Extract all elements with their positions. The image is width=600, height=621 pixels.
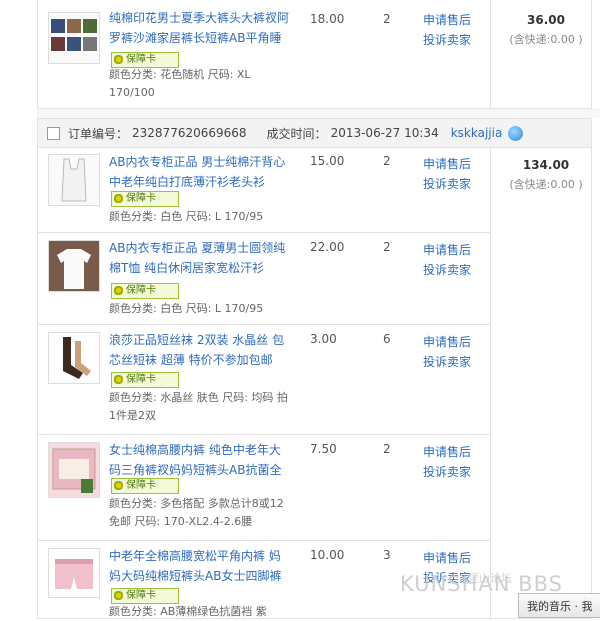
flower-icon xyxy=(113,480,124,491)
deal-time-label: 成交时间： xyxy=(266,126,327,141)
unit-price: 18.00 xyxy=(310,12,345,26)
order-number: 232877620669668 xyxy=(132,126,247,140)
product-attributes: 颜色分类: 白色 尺码: L 170/95 xyxy=(109,210,264,223)
product-title-link[interactable]: 女士纯棉高腰内裤 纯色中老年大码三角裤衩妈妈短裤头AB抗菌全 xyxy=(109,440,289,480)
apply-after-sale-link[interactable]: 申请售后 xyxy=(423,548,471,568)
apply-after-sale-link[interactable]: 申请售后 xyxy=(423,442,471,462)
unit-price: 15.00 xyxy=(310,154,345,168)
apply-after-sale-link[interactable]: 申请售后 xyxy=(423,240,471,260)
complain-seller-link[interactable]: 投诉卖家 xyxy=(423,260,471,280)
complain-seller-link[interactable]: 投诉卖家 xyxy=(423,352,471,372)
apply-after-sale-link[interactable]: 申请售后 xyxy=(423,10,471,30)
quantity: 2 xyxy=(383,12,391,26)
product-title-link[interactable]: 浪莎正品短丝袜 2双装 水晶丝 包芯丝短袜 超薄 特价不参加包邮 xyxy=(109,330,289,370)
shipping-note: (含快递:0.00 ) xyxy=(509,33,583,46)
deal-time: 2013-06-27 10:34 xyxy=(330,126,439,140)
guarantee-card-badge[interactable]: 保障卡 xyxy=(111,478,179,494)
product-thumbnail-underwear[interactable] xyxy=(48,442,100,498)
guarantee-card-badge[interactable]: 保障卡 xyxy=(111,588,179,604)
apply-after-sale-link[interactable]: 申请售后 xyxy=(423,154,471,174)
order-gap xyxy=(37,108,600,118)
order-body: AB内衣专柜正品 男士纯棉汗背心中老年纯白打底薄汗衫老头衫 保障卡 颜色分类: … xyxy=(37,146,592,619)
product-attributes: 颜色分类: 花色随机 尺码: XL 170/100 xyxy=(109,68,251,99)
product-title-link[interactable]: 中老年全棉高腰宽松平角内裤 妈妈大码纯棉短裤头AB女士四脚裤 xyxy=(109,546,289,586)
order-number-label: 订单编号： xyxy=(68,126,129,141)
product-attributes: 颜色分类: AB薄棉绿色抗菌裆 紫 xyxy=(109,605,267,618)
after-sale-links: 申请售后 投诉卖家 xyxy=(423,10,471,50)
order-select-checkbox[interactable] xyxy=(47,126,60,140)
product-title-link[interactable]: 纯棉印花男士夏季大裤头大裤衩阿罗裤沙滩家居裤长短裤AB平角睡 xyxy=(109,8,289,48)
quantity: 2 xyxy=(383,442,391,456)
product-title-link[interactable]: AB内衣专柜正品 夏薄男士圆领纯棉T恤 纯白休闲居家宽松汗衫 xyxy=(109,238,289,278)
product-thumbnail-vest[interactable] xyxy=(48,154,100,206)
order-total: 134.00 xyxy=(522,158,570,172)
order-total: 36.00 xyxy=(527,13,565,27)
column-divider xyxy=(490,146,491,618)
shipping-note: (含快递:0.00 ) xyxy=(509,178,583,191)
unit-price: 22.00 xyxy=(310,240,345,254)
product-thumbnail-socks[interactable] xyxy=(48,332,100,384)
unit-price: 7.50 xyxy=(310,442,337,456)
product-thumbnail-shorts[interactable] xyxy=(48,12,100,64)
quantity: 2 xyxy=(383,240,391,254)
quantity: 6 xyxy=(383,332,391,346)
wangwang-chat-icon[interactable] xyxy=(508,125,524,141)
flower-icon xyxy=(113,285,124,296)
after-sale-links: 申请售后 投诉卖家 xyxy=(423,442,471,482)
my-music-button[interactable]: 我的音乐 · 我 xyxy=(518,593,600,618)
seller-name-link[interactable]: kskkajjia xyxy=(451,126,503,140)
complain-seller-link[interactable]: 投诉卖家 xyxy=(423,462,471,482)
after-sale-links: 申请售后 投诉卖家 xyxy=(423,154,471,194)
order-header: 订单编号： 232877620669668 成交时间： 2013-06-27 1… xyxy=(37,118,592,148)
guarantee-card-badge[interactable]: 保障卡 xyxy=(111,372,179,388)
order-item: 女士纯棉高腰内裤 纯色中老年大码三角裤衩妈妈短裤头AB抗菌全 保障卡 颜色分类:… xyxy=(38,434,490,541)
complain-seller-link[interactable]: 投诉卖家 xyxy=(423,30,471,50)
product-attributes: 颜色分类: 白色 尺码: L 170/95 xyxy=(109,302,264,315)
column-divider xyxy=(490,0,491,108)
product-attributes: 颜色分类: 水晶丝 肤色 尺码: 均码 拍1件是2双 xyxy=(109,391,288,422)
flower-icon xyxy=(113,193,124,204)
apply-after-sale-link[interactable]: 申请售后 xyxy=(423,332,471,352)
flower-icon xyxy=(113,54,124,65)
unit-price: 3.00 xyxy=(310,332,337,346)
product-thumbnail-boxers[interactable] xyxy=(48,548,100,598)
complain-seller-link[interactable]: 投诉卖家 xyxy=(423,174,471,194)
previous-order-item: 纯棉印花男士夏季大裤头大裤衩阿罗裤沙滩家居裤长短裤AB平角睡 保障卡 颜色分类:… xyxy=(37,0,592,109)
product-thumbnail-tshirt[interactable] xyxy=(48,240,100,292)
guarantee-card-badge[interactable]: 保障卡 xyxy=(111,283,179,299)
unit-price: 10.00 xyxy=(310,548,345,562)
quantity: 3 xyxy=(383,548,391,562)
product-attributes: 颜色分类: 多色搭配 多款总计8或12免邮 尺码: 170-XL2.4-2.6腰 xyxy=(109,497,284,528)
after-sale-links: 申请售后 投诉卖家 xyxy=(423,332,471,372)
guarantee-card-badge[interactable]: 保障卡 xyxy=(111,191,179,207)
order-item: 浪莎正品短丝袜 2双装 水晶丝 包芯丝短袜 超薄 特价不参加包邮 保障卡 颜色分… xyxy=(38,324,490,435)
flower-icon xyxy=(113,590,124,601)
after-sale-links: 申请售后 投诉卖家 xyxy=(423,240,471,280)
product-title-link[interactable]: AB内衣专柜正品 男士纯棉汗背心中老年纯白打底薄汗衫老头衫 xyxy=(109,152,289,192)
order-item: AB内衣专柜正品 男士纯棉汗背心中老年纯白打底薄汗衫老头衫 保障卡 颜色分类: … xyxy=(38,146,490,233)
quantity: 2 xyxy=(383,154,391,168)
flower-icon xyxy=(113,374,124,385)
order-item: AB内衣专柜正品 夏薄男士圆领纯棉T恤 纯白休闲居家宽松汗衫 保障卡 颜色分类:… xyxy=(38,232,490,325)
